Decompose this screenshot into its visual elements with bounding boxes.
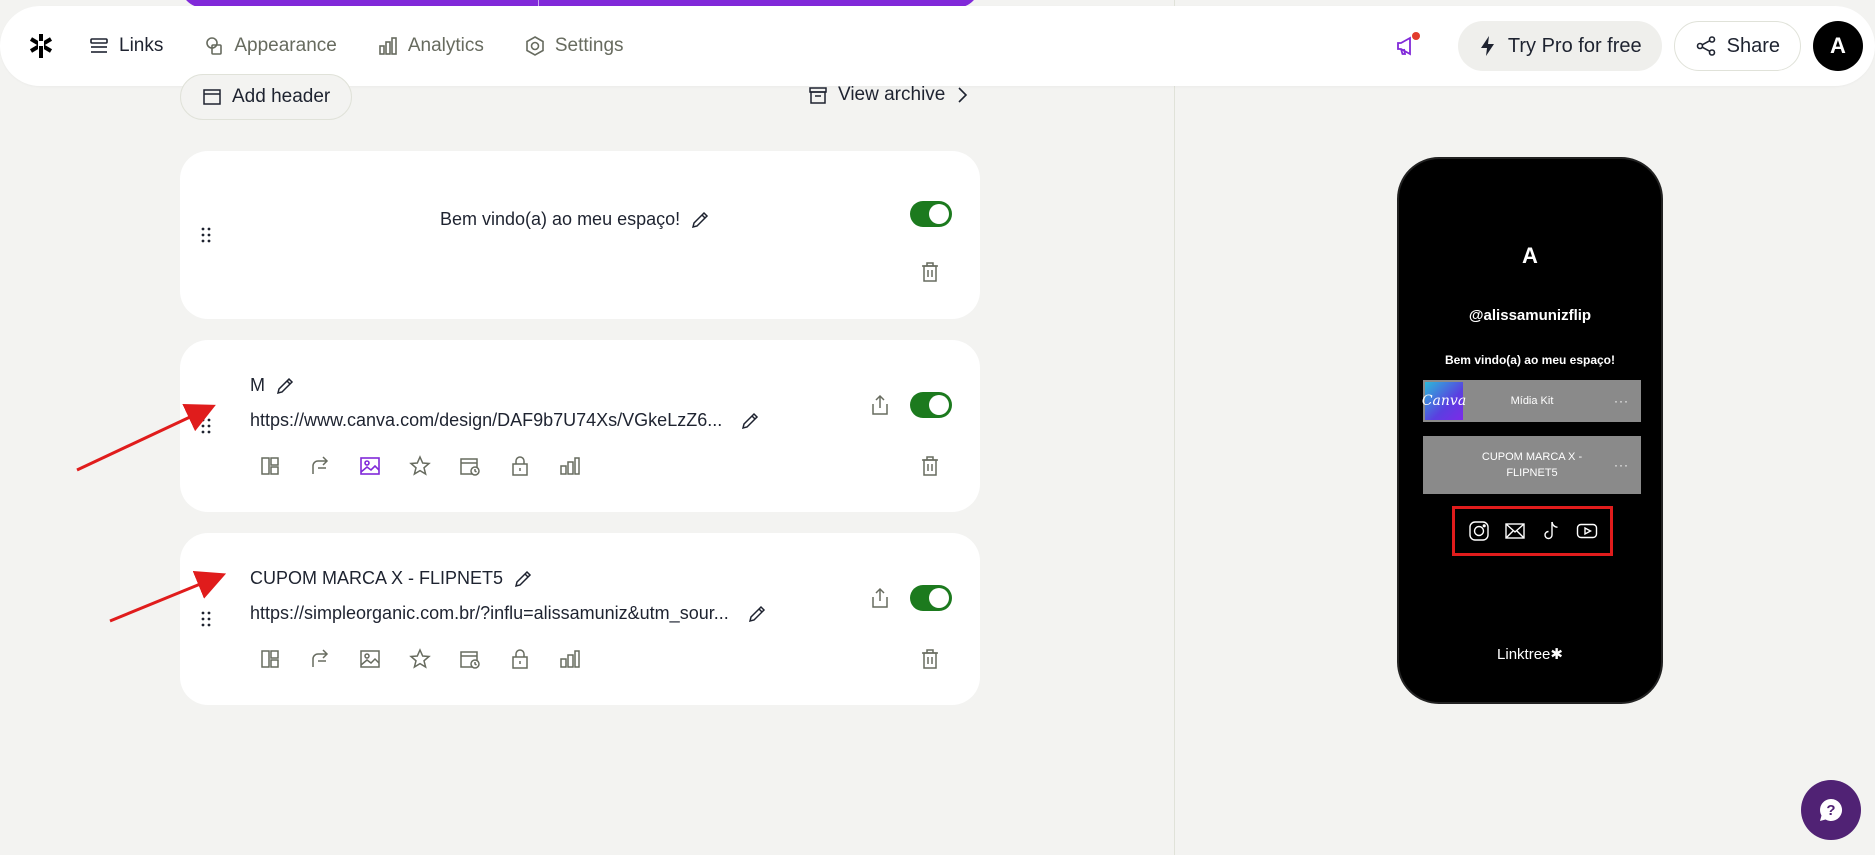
nav-appearance-label: Appearance (234, 35, 337, 56)
help-button[interactable]: ? (1801, 780, 1861, 840)
nav-appearance[interactable]: Appearance (203, 35, 337, 57)
try-pro-button[interactable]: Try Pro for free (1457, 21, 1662, 71)
phone-preview: A @alissamunizflip Bem vindo(a) ao meu e… (1397, 157, 1663, 704)
share-label: Share (1726, 34, 1780, 57)
add-header-label: Add header (232, 86, 331, 107)
preview-link-button[interactable]: Canva Mídia Kit ··· (1422, 380, 1641, 422)
pencil-icon[interactable] (740, 411, 760, 431)
pencil-icon[interactable] (275, 376, 295, 396)
preview-social-icons (1452, 506, 1613, 556)
add-header-button[interactable]: Add header (180, 74, 353, 120)
linktree-brand[interactable]: Linktree✱ (1399, 645, 1661, 663)
link-url[interactable]: https://www.canva.com/design/DAF9b7U74Xs… (250, 410, 760, 431)
preview-link-label: Mídia Kit (1510, 395, 1554, 407)
lock-icon[interactable] (508, 454, 532, 478)
link-tools (258, 454, 582, 478)
pencil-icon[interactable] (747, 604, 767, 624)
lock-icon[interactable] (508, 647, 532, 671)
drag-handle-icon[interactable] (194, 414, 218, 438)
nav-links[interactable]: Links (88, 35, 163, 57)
link-card: M https://www.canva.com/design/DAF9b7U74… (180, 340, 980, 512)
gear-icon (526, 36, 544, 56)
star-icon[interactable] (408, 454, 432, 478)
more-icon[interactable]: ··· (1614, 457, 1629, 473)
preview-username: @alissamunizflip (1468, 307, 1592, 324)
link-url-text: https://www.canva.com/design/DAF9b7U74Xs… (250, 410, 723, 430)
layout-icon[interactable] (258, 454, 282, 478)
schedule-icon[interactable] (458, 454, 482, 478)
thumbnail-icon[interactable] (358, 454, 382, 478)
analytics-icon[interactable] (558, 454, 582, 478)
nav-settings[interactable]: Settings (524, 35, 624, 57)
view-archive-label: View archive (838, 84, 946, 105)
preview-bio: Bem vindo(a) ao meu espaço! (1444, 353, 1616, 367)
link-title[interactable]: CUPOM MARCA X - FLIPNET5 (250, 568, 533, 589)
chevron-right-icon (958, 87, 968, 103)
link-tools (258, 647, 582, 671)
link-title-text: M (250, 375, 265, 395)
star-icon[interactable] (408, 647, 432, 671)
nav-settings-label: Settings (554, 35, 624, 56)
schedule-icon[interactable] (458, 647, 482, 671)
notification-dot (1411, 32, 1420, 40)
layout-icon[interactable] (258, 647, 282, 671)
header-title-text: Bem vindo(a) ao meu espaço! (440, 209, 681, 229)
drag-handle-icon[interactable] (194, 607, 218, 631)
link-card: CUPOM MARCA X - FLIPNET5 https://simpleo… (180, 533, 980, 705)
canva-thumbnail: Canva (1422, 382, 1466, 420)
try-pro-label: Try Pro for free (1507, 34, 1642, 57)
pencil-icon[interactable] (690, 210, 710, 230)
preview-avatar: A (1522, 243, 1538, 268)
lightning-icon (1480, 36, 1494, 56)
redirect-icon[interactable] (308, 454, 332, 478)
link-url[interactable]: https://simpleorganic.com.br/?influ=alis… (250, 603, 767, 624)
header-icon (203, 89, 221, 105)
header-title[interactable]: Bem vindo(a) ao meu espaço! (440, 209, 710, 230)
nav-links-label: Links (119, 35, 164, 56)
trash-icon[interactable] (918, 647, 942, 671)
tiktok-icon[interactable] (1540, 520, 1562, 542)
share-icon[interactable] (868, 393, 892, 417)
announcements-button[interactable] (1386, 26, 1426, 66)
link-title[interactable]: M (250, 375, 295, 396)
link-title-text: CUPOM MARCA X - FLIPNET5 (250, 568, 504, 588)
question-icon: ? (1820, 798, 1843, 821)
trash-icon[interactable] (918, 260, 942, 284)
redirect-icon[interactable] (308, 647, 332, 671)
more-icon[interactable]: ··· (1614, 394, 1629, 408)
link-url-text: https://simpleorganic.com.br/?influ=alis… (250, 603, 729, 623)
archive-icon (809, 87, 827, 104)
preview-link-label: CUPOM MARCA X - FLIPNET5 (1481, 451, 1583, 479)
preview-link-button[interactable]: CUPOM MARCA X - FLIPNET5 ··· (1423, 436, 1641, 494)
link-toggle[interactable] (910, 392, 952, 418)
nav-analytics-label: Analytics (407, 35, 484, 56)
bar-chart-icon (379, 37, 397, 55)
youtube-icon[interactable] (1576, 520, 1598, 542)
header-toggle[interactable] (910, 201, 952, 227)
drag-handle-icon[interactable] (194, 223, 218, 247)
view-archive-link[interactable]: View archive (808, 84, 969, 106)
header-card: Bem vindo(a) ao meu espaço! (180, 151, 980, 319)
linktree-logo-icon[interactable] (26, 31, 56, 61)
svg-text:?: ? (1826, 802, 1835, 819)
shapes-icon (206, 37, 223, 55)
thumbnail-icon[interactable] (358, 647, 382, 671)
trash-icon[interactable] (918, 454, 942, 478)
pencil-icon[interactable] (513, 569, 533, 589)
share-nodes-icon (1696, 36, 1715, 56)
account-avatar[interactable]: A (1813, 21, 1863, 71)
nav-analytics[interactable]: Analytics (377, 35, 484, 57)
link-toggle[interactable] (910, 585, 952, 611)
analytics-icon[interactable] (558, 647, 582, 671)
email-icon[interactable] (1504, 520, 1526, 542)
share-icon[interactable] (868, 586, 892, 610)
instagram-icon[interactable] (1468, 520, 1490, 542)
share-button[interactable]: Share (1673, 21, 1801, 71)
links-icon (90, 38, 108, 53)
